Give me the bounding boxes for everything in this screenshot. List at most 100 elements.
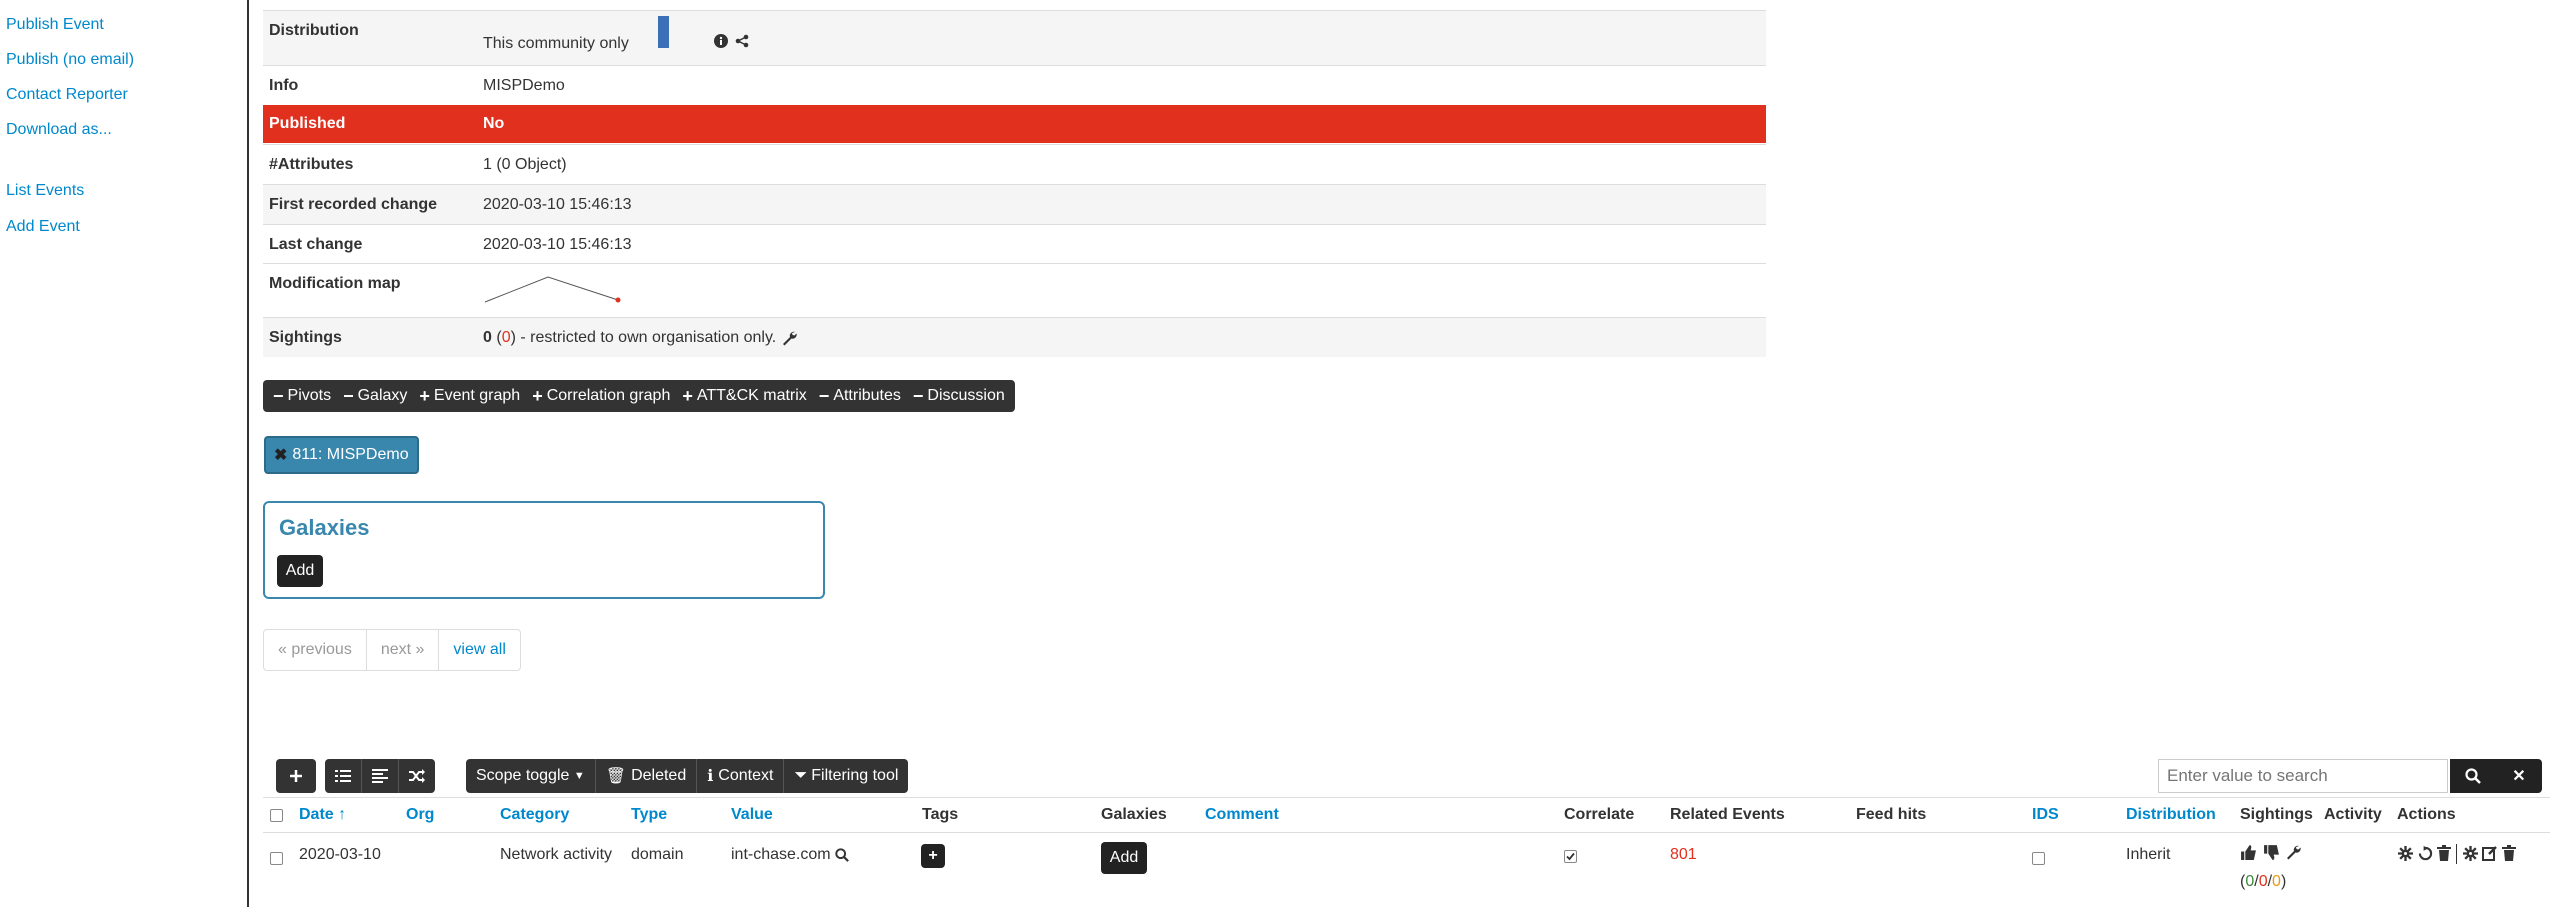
info-icon[interactable]: [714, 32, 728, 50]
cog-icon[interactable]: [2398, 846, 2413, 866]
pivot-button[interactable]: ✖ 811: MISPDemo: [264, 436, 419, 474]
header-org[interactable]: Org: [406, 806, 434, 824]
attributes-value: 1 (0 Object): [483, 156, 567, 173]
header-type[interactable]: Type: [631, 806, 667, 824]
last-change-row: Last change 2020-03-10 15:46:13: [263, 224, 1766, 264]
header-activity: Activity: [2324, 806, 2382, 823]
scope-toggle-button[interactable]: Scope toggle ▼: [466, 759, 596, 793]
header-category[interactable]: Category: [500, 806, 569, 824]
wrench-icon[interactable]: [781, 329, 797, 346]
modification-label: Modification map: [269, 275, 401, 292]
header-sightings: Sightings: [2240, 806, 2313, 823]
table-row: 2020-03-10 Network activity domain int-c…: [263, 832, 2550, 907]
header-value[interactable]: Value: [731, 806, 773, 824]
header-actions: Actions: [2397, 806, 2456, 823]
row-distribution: Inherit: [2126, 846, 2171, 863]
attribute-search-input[interactable]: [2158, 759, 2448, 793]
correlate-checkbox[interactable]: [1564, 850, 1577, 863]
publish-event-link[interactable]: Publish Event: [6, 16, 104, 34]
published-row: Published No: [263, 105, 1766, 143]
add-galaxy-row-button[interactable]: Add: [1101, 842, 1147, 874]
distribution-row: Distribution This community only: [263, 10, 1766, 65]
select-all-checkbox[interactable]: [270, 809, 283, 822]
list-icon: [335, 770, 351, 782]
action-divider: [2456, 844, 2457, 864]
toggle-attack-matrix[interactable]: + ATT&CK matrix: [676, 386, 812, 407]
sidebar: Publish Event Publish (no email) Contact…: [0, 0, 249, 907]
sightings-counts: (0/0/0): [2240, 873, 2287, 890]
toggle-correlation-graph[interactable]: + Correlation graph: [526, 386, 676, 407]
header-feed-hits: Feed hits: [1856, 806, 1927, 823]
next-page[interactable]: next »: [367, 630, 440, 670]
cog-icon-2[interactable]: [2463, 846, 2478, 866]
trash-icon[interactable]: [2437, 845, 2451, 866]
filter-group: Scope toggle ▼ 🗑 Deleted ℹ Context ⏷ Filter…: [466, 759, 909, 793]
list-events-link[interactable]: List Events: [6, 182, 84, 200]
last-change-label: Last change: [269, 236, 363, 253]
align-view-button[interactable]: [362, 759, 399, 793]
view-all-link[interactable]: view all: [439, 630, 519, 670]
context-button[interactable]: ℹ Context: [697, 759, 785, 793]
sightings-label: Sightings: [269, 329, 342, 346]
modification-sparkline: [484, 276, 621, 303]
close-icon[interactable]: ✖: [274, 445, 287, 465]
ids-checkbox[interactable]: [2032, 852, 2045, 865]
pagination: « previous next » view all: [263, 629, 521, 671]
related-event-link[interactable]: 801: [1670, 846, 1697, 864]
edit-icon[interactable]: [2482, 845, 2498, 866]
share-action-icon[interactable]: [2418, 846, 2433, 866]
sightings-row: Sightings 0 (0) - restricted to own orga…: [263, 317, 1766, 357]
info-label: Info: [269, 77, 299, 94]
info-value: MISPDemo: [483, 77, 565, 94]
thumbs-down-icon[interactable]: [2263, 844, 2280, 866]
wrench-icon[interactable]: [2285, 844, 2301, 865]
caret-down-icon: ▼: [573, 770, 585, 782]
clear-search-icon[interactable]: ✕: [2496, 759, 2542, 793]
header-date[interactable]: Date ↑: [299, 806, 346, 824]
share-icon[interactable]: [735, 32, 749, 50]
filtering-tool-button[interactable]: ⏷ Filtering tool: [784, 759, 908, 793]
event-view-toggles: − Pivots − Galaxy + Event graph + Correlatio…: [263, 380, 1015, 412]
list-view-button[interactable]: [325, 759, 362, 793]
search-icon[interactable]: [2450, 759, 2496, 793]
plus-icon: [290, 770, 302, 782]
galaxies-title: Galaxies: [279, 515, 370, 540]
add-event-link[interactable]: Add Event: [6, 218, 80, 236]
contact-reporter-link[interactable]: Contact Reporter: [6, 86, 128, 104]
row-type: domain: [631, 846, 684, 863]
random-view-button[interactable]: [399, 759, 435, 793]
sightings-value: 0 (0) - restricted to own organisation o…: [483, 329, 797, 347]
row-select-checkbox[interactable]: [270, 852, 283, 865]
align-left-icon: [372, 769, 388, 783]
publish-no-email-link[interactable]: Publish (no email): [6, 51, 134, 69]
header-related-events: Related Events: [1670, 806, 1785, 823]
galaxies-panel: Galaxies Add: [263, 501, 825, 599]
add-tag-button[interactable]: +: [921, 844, 945, 868]
row-value: int-chase.com: [731, 846, 849, 864]
attributes-table-header: Date ↑ Org Category Type Value Tags Gala…: [263, 797, 2550, 833]
row-date: 2020-03-10: [299, 846, 381, 863]
add-attribute-button[interactable]: [276, 759, 316, 793]
header-ids[interactable]: IDS: [2032, 806, 2059, 824]
add-galaxy-button[interactable]: Add: [277, 555, 323, 587]
toggle-pivots[interactable]: − Pivots: [267, 386, 337, 407]
info-icon: ℹ: [707, 768, 714, 785]
modification-row: Modification map: [263, 263, 1766, 317]
delete-icon[interactable]: [2502, 845, 2516, 866]
download-as-link[interactable]: Download as...: [6, 121, 112, 139]
first-change-label: First recorded change: [269, 196, 438, 213]
header-comment[interactable]: Comment: [1205, 806, 1279, 824]
deleted-button[interactable]: 🗑 Deleted: [596, 759, 698, 793]
pivot-label: 811: MISPDemo: [292, 446, 409, 463]
distribution-label: Distribution: [269, 22, 359, 39]
view-mode-group: [325, 759, 435, 793]
toggle-attributes[interactable]: − Attributes: [813, 386, 907, 407]
header-distribution[interactable]: Distribution: [2126, 806, 2216, 824]
previous-page[interactable]: « previous: [264, 630, 367, 670]
header-correlate: Correlate: [1564, 806, 1635, 823]
toggle-galaxy[interactable]: − Galaxy: [337, 386, 413, 407]
toggle-event-graph[interactable]: + Event graph: [413, 386, 526, 407]
attributes-row: #Attributes 1 (0 Object): [263, 144, 1766, 184]
toggle-discussion[interactable]: − Discussion: [907, 386, 1011, 407]
thumbs-up-icon[interactable]: [2240, 844, 2257, 866]
